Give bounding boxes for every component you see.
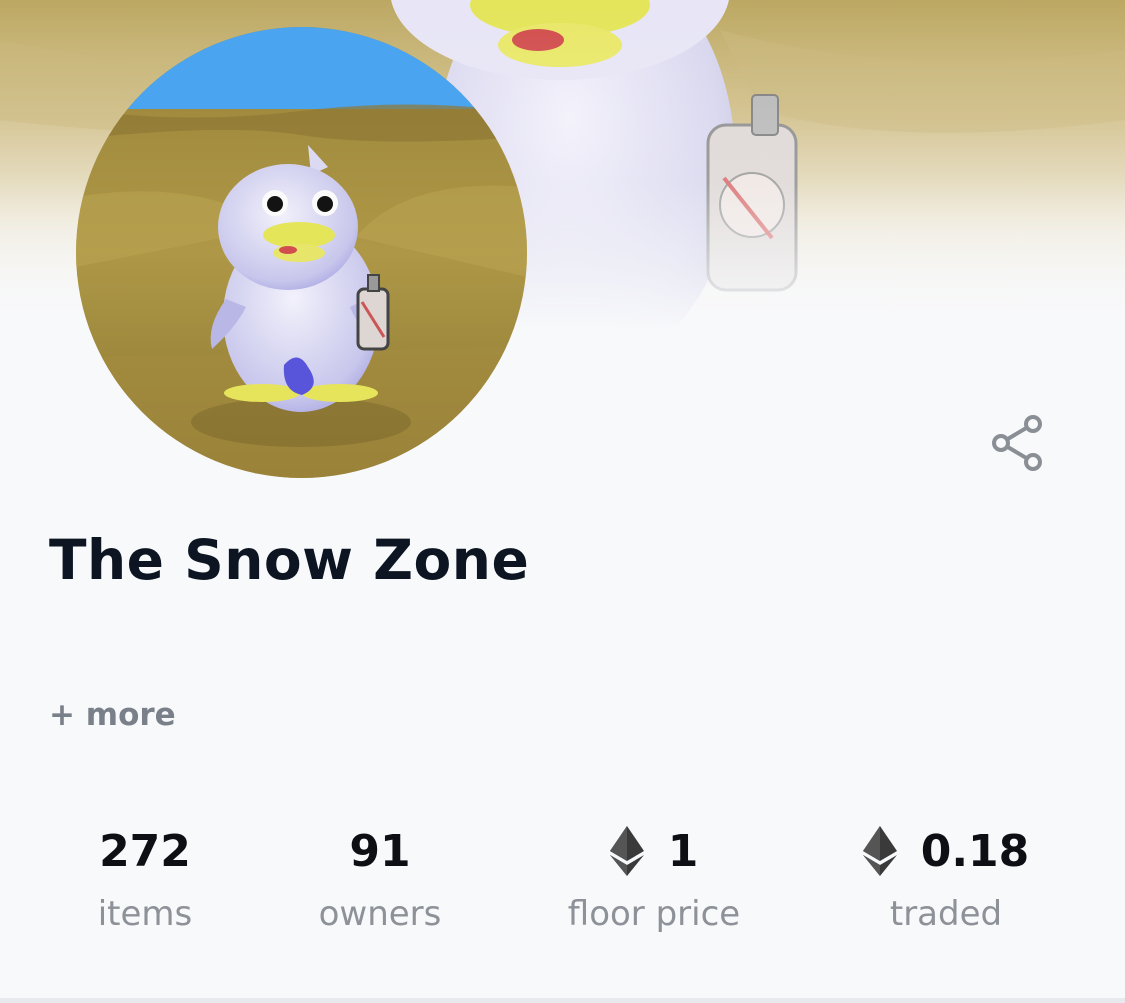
stat-value: 272 <box>99 825 191 877</box>
collection-avatar <box>76 27 527 478</box>
ethereum-icon <box>862 826 897 876</box>
ethereum-icon <box>609 826 644 876</box>
stat-label: items <box>97 894 193 934</box>
stat-label: traded <box>889 894 1003 934</box>
more-link[interactable]: + more <box>49 697 176 733</box>
stat-items: 272 items <box>55 818 235 935</box>
stat-value: 91 <box>349 825 411 877</box>
collection-title: The Snow Zone <box>49 528 530 592</box>
collection-page: The Snow Zone + more 272 items 91 owners… <box>0 0 1125 1003</box>
stat-value: 0.18 <box>920 825 1030 877</box>
share-icon <box>992 415 1042 471</box>
stat-owners: 91 owners <box>290 818 470 935</box>
stat-traded: 0.18 traded <box>846 818 1046 934</box>
stat-label: floor price <box>567 894 741 934</box>
stat-label: owners <box>318 894 442 934</box>
share-button[interactable] <box>986 410 1050 474</box>
stat-value: 1 <box>667 825 699 877</box>
divider <box>0 998 1125 1003</box>
stat-floor-price: 1 floor price <box>554 818 754 935</box>
